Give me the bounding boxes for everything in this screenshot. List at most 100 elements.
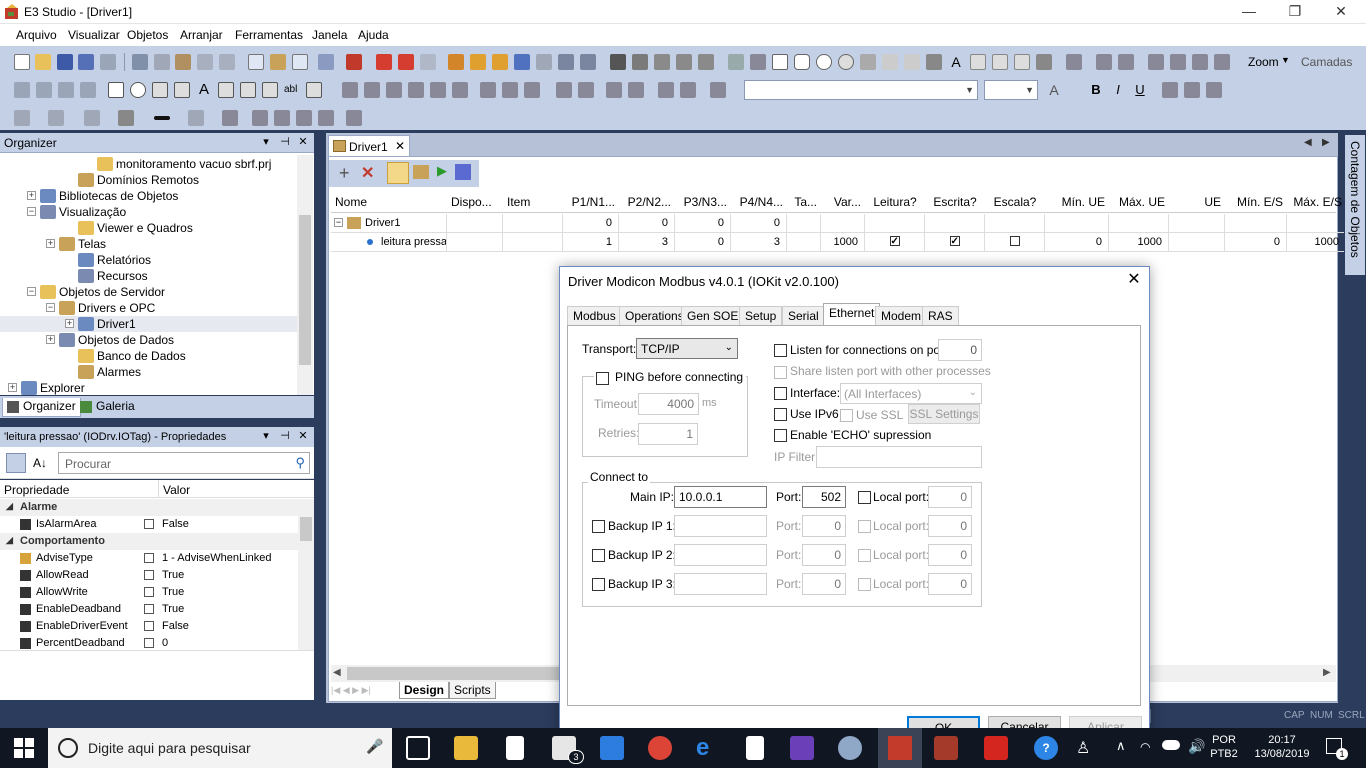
effect-icon[interactable] (222, 110, 238, 126)
property-link-icon[interactable] (144, 604, 154, 614)
text-icon[interactable]: A (948, 54, 964, 70)
layers-label[interactable]: Camadas (1301, 55, 1352, 69)
column-header[interactable]: Leitura? (869, 195, 921, 209)
grid-cell[interactable]: 0 (1045, 233, 1109, 252)
button-tool-icon[interactable] (1014, 54, 1030, 70)
copy-icon[interactable] (154, 54, 170, 70)
ipv6-checkbox[interactable] (774, 408, 787, 421)
grid-cell[interactable]: 1 (563, 233, 619, 252)
tree-item[interactable]: monitoramento vacuo sbrf.prj (0, 156, 297, 172)
backup-local-port-checkbox[interactable] (858, 520, 871, 533)
grid-cell[interactable] (865, 233, 925, 252)
scrollbar-tool-icon[interactable] (262, 82, 278, 98)
tab-modbus[interactable]: Modbus (567, 306, 622, 326)
tab-scroll-left-icon[interactable]: ◀ (1304, 137, 1312, 148)
close-tab-icon[interactable]: ✕ (395, 139, 405, 153)
insert-screen-icon[interactable] (248, 54, 264, 70)
column-header[interactable]: P2/N2... (623, 195, 671, 209)
backup-local-port-checkbox[interactable] (858, 549, 871, 562)
grid-cell[interactable]: 0 (675, 214, 731, 233)
backup-local-port-input[interactable]: 0 (928, 544, 972, 566)
grid-cell[interactable]: 0 (563, 214, 619, 233)
counter-icon[interactable] (558, 54, 574, 70)
tab-ethernet[interactable]: Ethernet (823, 303, 881, 327)
echo-checkbox[interactable] (774, 429, 787, 442)
ping-checkbox[interactable] (596, 372, 609, 385)
property-value[interactable]: False (162, 518, 189, 530)
new-file-icon[interactable] (14, 54, 30, 70)
bold-icon[interactable]: B (1088, 82, 1104, 98)
insert-report-icon[interactable] (292, 54, 308, 70)
tree-item[interactable]: − Visualização (0, 204, 297, 220)
line-icon[interactable] (728, 54, 744, 70)
shape-outline-icon[interactable] (274, 110, 290, 126)
column-header[interactable]: P1/N1... (567, 195, 615, 209)
windows-start-icon[interactable] (14, 738, 34, 758)
property-row[interactable]: AllowRead True (0, 567, 298, 584)
grid-cell[interactable] (787, 214, 821, 233)
property-link-icon[interactable] (144, 570, 154, 580)
paste-icon[interactable] (175, 54, 191, 70)
close-window-button[interactable]: ✕ (1318, 0, 1364, 24)
minimize-button[interactable]: — (1226, 0, 1272, 24)
document-icon[interactable] (506, 736, 524, 760)
order-front-icon[interactable] (1148, 54, 1164, 70)
grid-cell[interactable] (1287, 214, 1346, 233)
align-middle-icon[interactable] (430, 82, 446, 98)
display-icon[interactable] (970, 54, 986, 70)
tree-item[interactable]: Alarmes (0, 364, 297, 380)
property-value[interactable]: True (162, 569, 184, 581)
ip-filter-input[interactable] (816, 446, 982, 468)
save-icon[interactable] (57, 54, 73, 70)
grid-cell[interactable] (447, 233, 503, 252)
cut-icon[interactable] (132, 54, 148, 70)
align-top-icon[interactable] (408, 82, 424, 98)
toggle-tool-icon[interactable] (306, 82, 322, 98)
notepad-icon[interactable] (746, 736, 764, 760)
retries-input[interactable]: 1 (638, 423, 698, 445)
backup-ip-checkbox[interactable] (592, 520, 605, 533)
text-align-center-icon[interactable] (1184, 82, 1200, 98)
property-link-icon[interactable] (144, 587, 154, 597)
checkbox-tool-icon[interactable] (108, 82, 124, 98)
tab-operations[interactable]: Operations (619, 306, 690, 326)
column-header[interactable]: Escala? (989, 195, 1041, 209)
font-name-combo[interactable]: ▼ (744, 80, 978, 100)
play-icon[interactable] (398, 54, 414, 70)
zoom-dropdown-icon[interactable]: ▼ (1281, 55, 1290, 65)
read-checkbox[interactable] (889, 233, 900, 251)
column-header[interactable]: Dispo... (451, 195, 499, 209)
pin-icon[interactable]: ⊣ (278, 135, 292, 148)
grid-cell[interactable] (503, 233, 563, 252)
property-link-icon[interactable] (144, 638, 154, 648)
delete-icon[interactable]: ✕ (361, 163, 374, 183)
grid-cell[interactable] (985, 233, 1045, 252)
ellipse-icon[interactable] (816, 54, 832, 70)
taskbar-search-box[interactable]: Digite aqui para pesquisar 🎤 (48, 728, 392, 768)
space-v-icon[interactable] (578, 82, 594, 98)
line-color-icon[interactable] (48, 110, 64, 126)
edge-icon[interactable]: e (696, 736, 720, 760)
grid-cell[interactable]: 3 (731, 233, 787, 252)
winrar-icon[interactable] (934, 736, 958, 760)
textbox-tool-icon[interactable] (218, 82, 234, 98)
listen-port-input[interactable]: 0 (938, 339, 982, 361)
connector-icon[interactable] (698, 54, 714, 70)
menu-objetos[interactable]: Objetos (127, 28, 168, 42)
run-domain-icon[interactable] (376, 54, 392, 70)
property-value[interactable]: 1 - AdviseWhenLinked (162, 552, 271, 564)
property-value[interactable]: 0 (162, 637, 168, 649)
group-icon[interactable] (1036, 54, 1052, 70)
align-bottom-icon[interactable] (452, 82, 468, 98)
dialog-close-icon[interactable]: ✕ (1124, 270, 1144, 290)
radio-tool-icon[interactable] (130, 82, 146, 98)
property-value[interactable]: True (162, 586, 184, 598)
sort-az-icon[interactable]: A↓ (30, 453, 50, 473)
backup-ip-input[interactable] (674, 544, 767, 566)
round-rect-icon[interactable] (794, 54, 810, 70)
grid-cell[interactable]: 0 (619, 214, 675, 233)
ssl-settings-button[interactable]: SSL Settings (908, 404, 980, 424)
layer-icon[interactable] (346, 110, 362, 126)
tray-chevron-icon[interactable]: ∧ (1116, 738, 1126, 754)
tree-expander-icon[interactable]: − (27, 287, 36, 296)
